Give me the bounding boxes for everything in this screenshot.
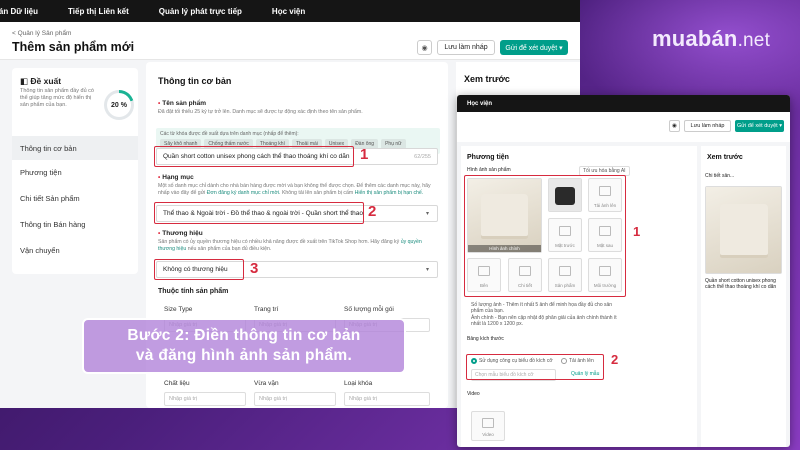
sidebar-item-details[interactable]: Chi tiết Sản phẩm [12, 186, 138, 210]
attributes-title: Thuộc tính sản phẩm [158, 288, 229, 295]
bulb-icon: ◧ [20, 76, 31, 86]
top-nav: bán Dữ liệu Tiếp thị Liên kết Quản lý ph… [0, 0, 580, 22]
video-label: Video [467, 391, 480, 397]
submit-review-button[interactable]: Gửi để xét duyệt ▾ [735, 120, 784, 132]
sidebar-item-basic-info[interactable]: Thông tin cơ bản [12, 136, 138, 160]
page-header: < Quản lý Sản phẩm Thêm sản phẩm mới ◉ L… [0, 22, 580, 60]
char-counter: 62/255 [414, 153, 431, 160]
section-title: Thông tin cơ bản [158, 76, 232, 86]
highlight-box-2 [466, 354, 604, 380]
page-header: ◉ Lưu làm nháp Gửi để xét duyệt ▾ [457, 112, 790, 142]
preview-panel: Xem trước Chi tiết sản... Quần short cot… [701, 146, 786, 447]
media-screenshot: Học viện ◉ Lưu làm nháp Gửi để xét duyệt… [457, 95, 790, 447]
nav-item[interactable]: Học viện [272, 7, 305, 16]
top-nav[interactable]: Học viện [457, 95, 790, 112]
preview-subtitle: Chi tiết sản... [705, 173, 735, 179]
suggest-description: Thông tin sản phẩm đầy đủ có thể giúp tă… [20, 88, 94, 108]
attr-col: Size Type [164, 306, 193, 313]
preview-icon-button[interactable]: ◉ [669, 120, 680, 132]
sidebar-item-media[interactable]: Phương tiện [12, 160, 138, 184]
highlight-box-1 [464, 175, 626, 297]
preview-icon-button[interactable]: ◉ [417, 40, 432, 55]
category-hint: Một số danh mục chỉ dành cho nhà bán hàn… [158, 183, 431, 196]
sidebar: ◧ Đề xuất Thông tin sản phẩm đầy đủ có t… [12, 68, 138, 274]
keyword-suggest-text: Các từ khóa được đề xuất dựa trên danh m… [160, 131, 299, 137]
progress-ring: 20 % [104, 90, 134, 120]
nav-item[interactable]: bán Dữ liệu [0, 7, 38, 16]
sidebar-item-sales[interactable]: Thông tin Bán hàng [12, 212, 138, 236]
save-draft-button[interactable]: Lưu làm nháp [437, 40, 495, 55]
product-name-label: • Tên sản phẩm [158, 100, 206, 107]
size-chart-label: Bảng kích thước [467, 336, 504, 342]
progress-label: 20 % [107, 93, 131, 117]
nav-item[interactable]: Quản lý phát trực tiếp [159, 7, 242, 16]
step-caption: Bước 2: Điền thông tin cơ bản và đăng hì… [82, 318, 406, 374]
highlight-box-1 [154, 146, 354, 167]
page-title: Thêm sản phẩm mới [12, 40, 135, 54]
images-label: Hình ảnh sản phẩm [467, 167, 511, 173]
muaban-logo: muabán.net [652, 26, 771, 51]
shorts-photo [706, 187, 781, 273]
caption-line-1: Bước 2: Điền thông tin cơ bản [127, 327, 361, 344]
preview-product-name: Quần short cotton unisex phong cách thể … [705, 278, 777, 290]
attr-col: Loại khóa [344, 380, 373, 387]
step-marker-1: 1 [360, 146, 369, 163]
save-draft-button[interactable]: Lưu làm nháp [684, 120, 731, 132]
image-note: Số lượng ảnh - Thêm ít nhất 5 ảnh để min… [471, 302, 613, 314]
attr-col: Trang trí [254, 306, 279, 313]
brand-label: • Thương hiệu [158, 230, 203, 237]
sidebar-item-shipping[interactable]: Vận chuyển [12, 238, 138, 262]
preview-image [705, 186, 782, 274]
attr-input[interactable]: Nhập giá trị [254, 392, 336, 406]
attr-input[interactable]: Nhập giá trị [344, 392, 430, 406]
step-marker-1: 1 [633, 224, 641, 239]
chevron-down-icon: ▾ [425, 267, 429, 273]
media-form: Phương tiện Hình ảnh sản phẩm Tối ưu hóa… [461, 146, 697, 447]
section-title: Phương tiện [467, 154, 509, 161]
chevron-down-icon: ▾ [425, 211, 429, 217]
highlight-box-3 [154, 259, 244, 280]
caption-line-2: và đăng hình ảnh sản phẩm. [135, 347, 353, 364]
image-note: Ảnh chính - Bạn nên cập nhật độ phân giả… [471, 315, 617, 327]
step-marker-2: 2 [611, 352, 619, 367]
step-marker-3: 3 [250, 260, 259, 277]
submit-review-button[interactable]: Gửi để xét duyệt ▾ [500, 40, 568, 55]
step-marker-2: 2 [368, 203, 377, 220]
video-icon [482, 417, 494, 428]
video-upload-button[interactable]: Video [471, 411, 505, 441]
attr-col: Chất liệu [164, 380, 190, 387]
preview-title: Xem trước [464, 74, 510, 84]
category-label: • Hạng mục [158, 174, 194, 181]
attr-input[interactable]: Nhập giá trị [164, 392, 246, 406]
suggest-title: ◧ Đề xuất [20, 76, 62, 86]
attr-col: Số lượng mỗi gói [344, 306, 394, 313]
nav-item[interactable]: Tiếp thị Liên kết [68, 7, 129, 16]
attr-col: Vừa vặn [254, 380, 279, 387]
product-name-hint: Đã đặt tối thiểu 25 ký tự trở lên. Danh … [158, 109, 363, 115]
brand-hint: Sản phẩm có ủy quyền thương hiệu có nhiề… [158, 239, 422, 252]
preview-title: Xem trước [707, 154, 743, 161]
breadcrumb[interactable]: < Quản lý Sản phẩm [12, 30, 71, 37]
highlight-box-2 [154, 202, 364, 224]
